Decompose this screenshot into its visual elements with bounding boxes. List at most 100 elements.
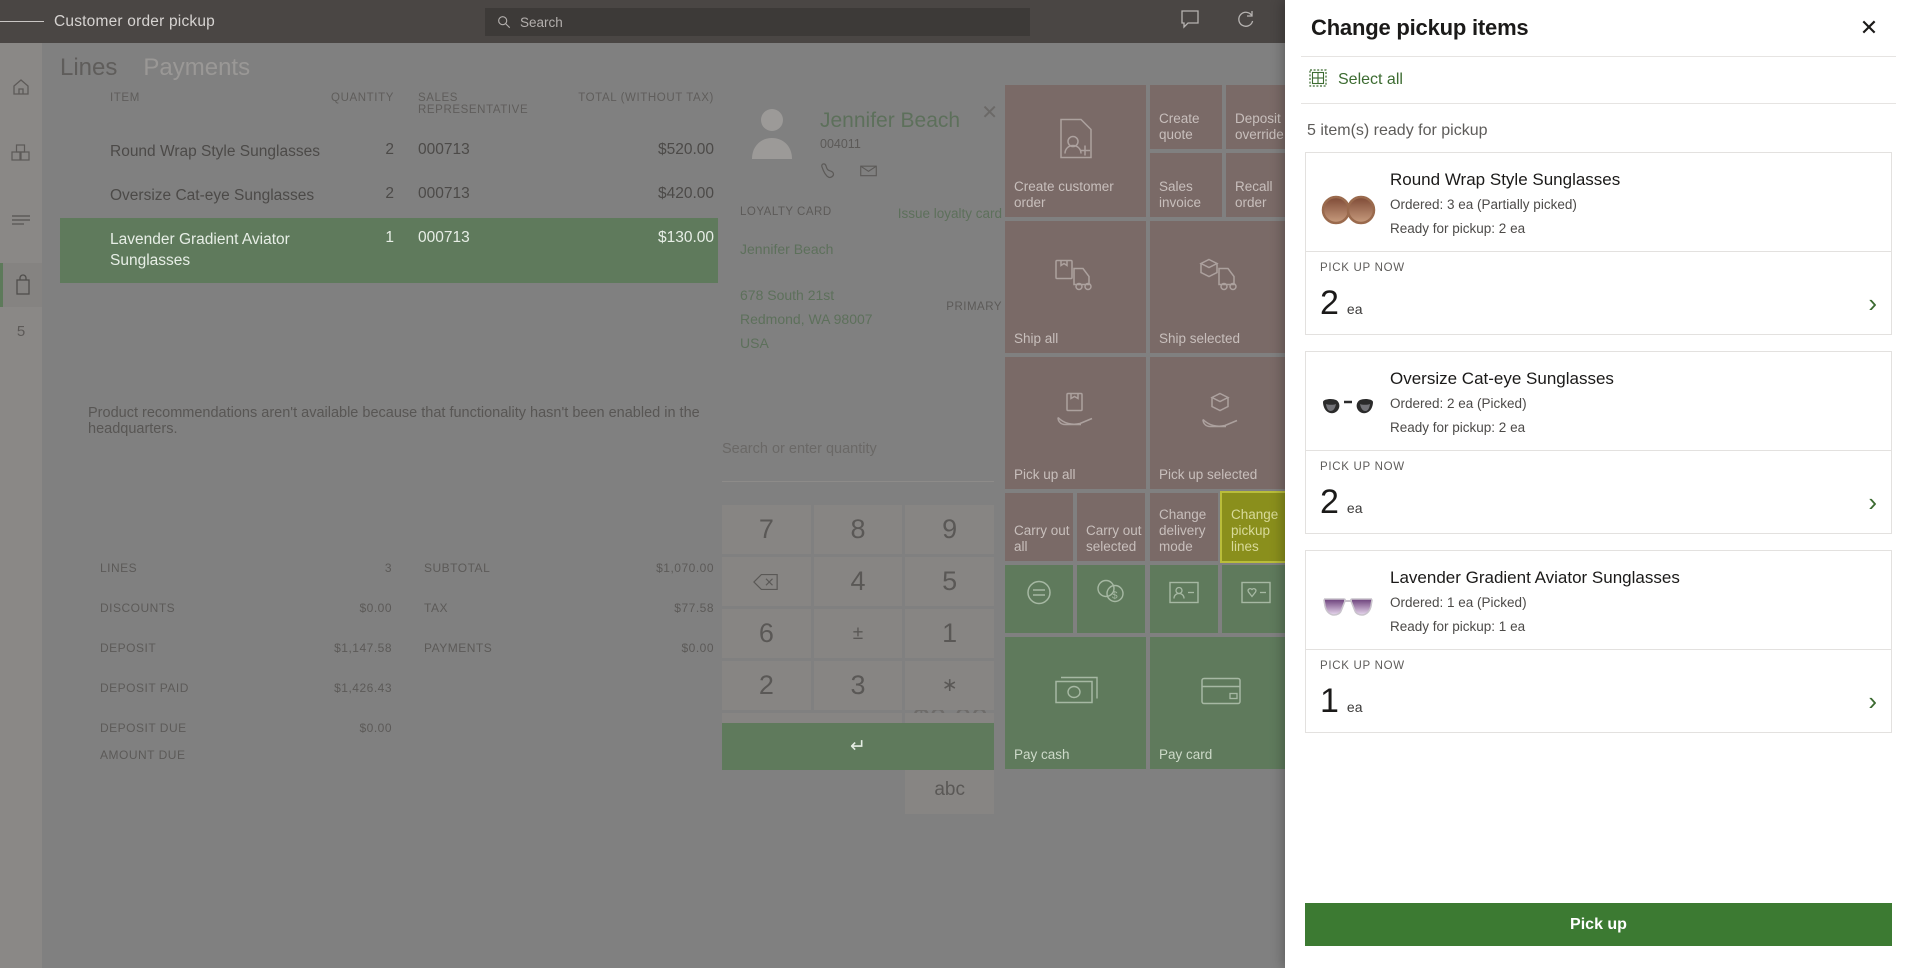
enter-icon: ↵: [850, 735, 866, 758]
customer-address: Jennifer Beach 678 South 21st Redmond, W…: [740, 237, 873, 355]
list-item[interactable]: Lavender Gradient Aviator Sunglasses Ord…: [1305, 550, 1892, 733]
chevron-right-icon[interactable]: ›: [1868, 688, 1877, 718]
refresh-icon[interactable]: [1236, 9, 1256, 34]
hamburger-icon[interactable]: [0, 0, 44, 43]
tile-change-delivery-mode[interactable]: Change delivery mode: [1150, 493, 1218, 561]
pick-up-now-row[interactable]: PICK UP NOW 2 ea ›: [1306, 451, 1891, 533]
tile-change-pickup-lines[interactable]: Change pickup lines: [1222, 493, 1290, 561]
sidebar-item-products[interactable]: [0, 131, 42, 175]
cell-item: Oversize Cat-eye Sunglasses: [60, 185, 322, 206]
tile-pick-up-selected[interactable]: Pick up selected: [1150, 357, 1291, 489]
key-abc[interactable]: abc: [905, 765, 994, 814]
key-asterisk[interactable]: ∗: [905, 661, 994, 710]
cart-count-badge: 5: [0, 323, 42, 340]
pick-up-button[interactable]: Pick up: [1305, 903, 1892, 946]
pick-up-now-row[interactable]: PICK UP NOW 2 ea ›: [1306, 252, 1891, 334]
close-icon[interactable]: ✕: [981, 103, 998, 123]
key-6[interactable]: 6: [722, 609, 811, 658]
key-5[interactable]: 5: [905, 557, 994, 606]
cell-quantity: 2: [322, 141, 394, 162]
customer-number: 004011: [820, 137, 861, 151]
sidebar-item-list[interactable]: [0, 197, 42, 241]
loyalty-card-label: LOYALTY CARD: [740, 206, 832, 218]
loyalty-card-icon: [1240, 580, 1272, 607]
key-1[interactable]: 1: [905, 609, 994, 658]
table-row-selected[interactable]: Lavender Gradient Aviator Sunglasses 1 0…: [60, 218, 718, 283]
pick-up-now-unit: ea: [1347, 699, 1363, 718]
key-9[interactable]: 9: [905, 505, 994, 554]
key-8[interactable]: 8: [814, 505, 903, 554]
key-3[interactable]: 3: [814, 661, 903, 710]
select-all-label: Select all: [1338, 71, 1403, 89]
totals-label-deposit: DEPOSIT: [60, 641, 210, 655]
tile-pay-card[interactable]: Pay card: [1150, 637, 1291, 769]
search-icon: [497, 15, 511, 29]
sidebar-item-cart[interactable]: [0, 263, 42, 307]
tile-pay-cash[interactable]: Pay cash: [1005, 637, 1146, 769]
tile-carry-out-selected[interactable]: Carry out selected: [1077, 493, 1145, 561]
pick-up-now-row[interactable]: PICK UP NOW 1 ea ›: [1306, 650, 1891, 732]
dialog-title: Change pickup items: [1311, 15, 1528, 41]
tile-ship-selected[interactable]: Ship selected: [1150, 221, 1291, 353]
quantity-search-input[interactable]: Search or enter quantity: [722, 441, 877, 457]
tile-pick-up-all[interactable]: Pick up all: [1005, 357, 1146, 489]
key-plus-minus[interactable]: ±: [814, 609, 903, 658]
cash-icon: [1053, 675, 1099, 710]
phone-icon[interactable]: [820, 161, 839, 185]
list-item[interactable]: Oversize Cat-eye Sunglasses Ordered: 2 e…: [1305, 351, 1892, 534]
totals-value-payments: $0.00: [512, 641, 718, 655]
chat-icon[interactable]: [1180, 9, 1200, 34]
list-item[interactable]: Round Wrap Style Sunglasses Ordered: 3 e…: [1305, 152, 1892, 335]
search-input[interactable]: Search: [485, 8, 1030, 36]
tile-coins[interactable]: $: [1077, 565, 1145, 633]
close-icon[interactable]: ✕: [1852, 11, 1886, 45]
key-7[interactable]: 7: [722, 505, 811, 554]
select-all-button[interactable]: Select all: [1285, 57, 1912, 103]
issue-loyalty-card-link[interactable]: Issue loyalty card: [898, 206, 1002, 221]
tile-create-customer-order[interactable]: Create customer order: [1005, 85, 1146, 217]
table-row[interactable]: Oversize Cat-eye Sunglasses 2 000713 $42…: [60, 174, 718, 218]
pickup-items-list: Round Wrap Style Sunglasses Ordered: 3 e…: [1285, 152, 1912, 891]
totals-label-payments: PAYMENTS: [392, 641, 512, 655]
dialog-header: Change pickup items ✕: [1285, 0, 1912, 56]
primary-address-badge: PRIMARY: [946, 301, 1002, 313]
pick-up-now-unit: ea: [1347, 301, 1363, 320]
sidebar-item-home[interactable]: [0, 65, 42, 109]
mail-icon[interactable]: [859, 161, 878, 185]
key-2[interactable]: 2: [722, 661, 811, 710]
totals-label-deposit-due: DEPOSIT DUE: [60, 721, 210, 735]
tile-label: Create quote: [1159, 111, 1222, 143]
chevron-right-icon[interactable]: ›: [1868, 290, 1877, 320]
column-header-sales-rep: SALES REPRESENTATIVE: [394, 92, 544, 116]
tile-sales-invoice[interactable]: Sales invoice: [1150, 153, 1222, 217]
item-ready: Ready for pickup: 2 ea: [1390, 418, 1877, 438]
tile-loyalty-card[interactable]: [1222, 565, 1290, 633]
recommendations-note: Product recommendations aren't available…: [88, 405, 728, 437]
key-backspace[interactable]: [722, 557, 811, 606]
oversize-cat-eye-sunglasses-thumb: [1320, 380, 1376, 436]
tab-lines[interactable]: Lines: [60, 54, 117, 82]
key-4[interactable]: 4: [814, 557, 903, 606]
tile-customer-card[interactable]: [1150, 565, 1218, 633]
tile-create-quote[interactable]: Create quote: [1150, 85, 1222, 149]
item-summary: Oversize Cat-eye Sunglasses Ordered: 2 e…: [1306, 352, 1891, 450]
tile-label: Ship all: [1014, 331, 1058, 347]
tile-discount[interactable]: [1005, 565, 1073, 633]
tile-carry-out-all[interactable]: Carry out all: [1005, 493, 1073, 561]
address-line2: Redmond, WA 98007: [740, 307, 873, 331]
totals-value-subtotal: $1,070.00: [512, 561, 718, 575]
cell-total: $130.00: [544, 229, 718, 271]
enter-button[interactable]: ↵: [722, 723, 994, 770]
item-info: Round Wrap Style Sunglasses Ordered: 3 e…: [1390, 167, 1877, 239]
totals-row: LINES 3 SUBTOTAL $1,070.00: [60, 548, 718, 588]
tile-label: Pay card: [1159, 747, 1212, 763]
table-row[interactable]: Round Wrap Style Sunglasses 2 000713 $52…: [60, 130, 718, 174]
item-name: Oversize Cat-eye Sunglasses: [1390, 368, 1877, 390]
item-ordered: Ordered: 1 ea (Picked): [1390, 593, 1877, 613]
tile-label: Pay cash: [1014, 747, 1070, 763]
backspace-icon: [753, 573, 779, 591]
totals-label-discounts: DISCOUNTS: [60, 601, 210, 615]
chevron-right-icon[interactable]: ›: [1868, 489, 1877, 519]
tile-ship-all[interactable]: Ship all: [1005, 221, 1146, 353]
tab-payments[interactable]: Payments: [143, 54, 250, 82]
